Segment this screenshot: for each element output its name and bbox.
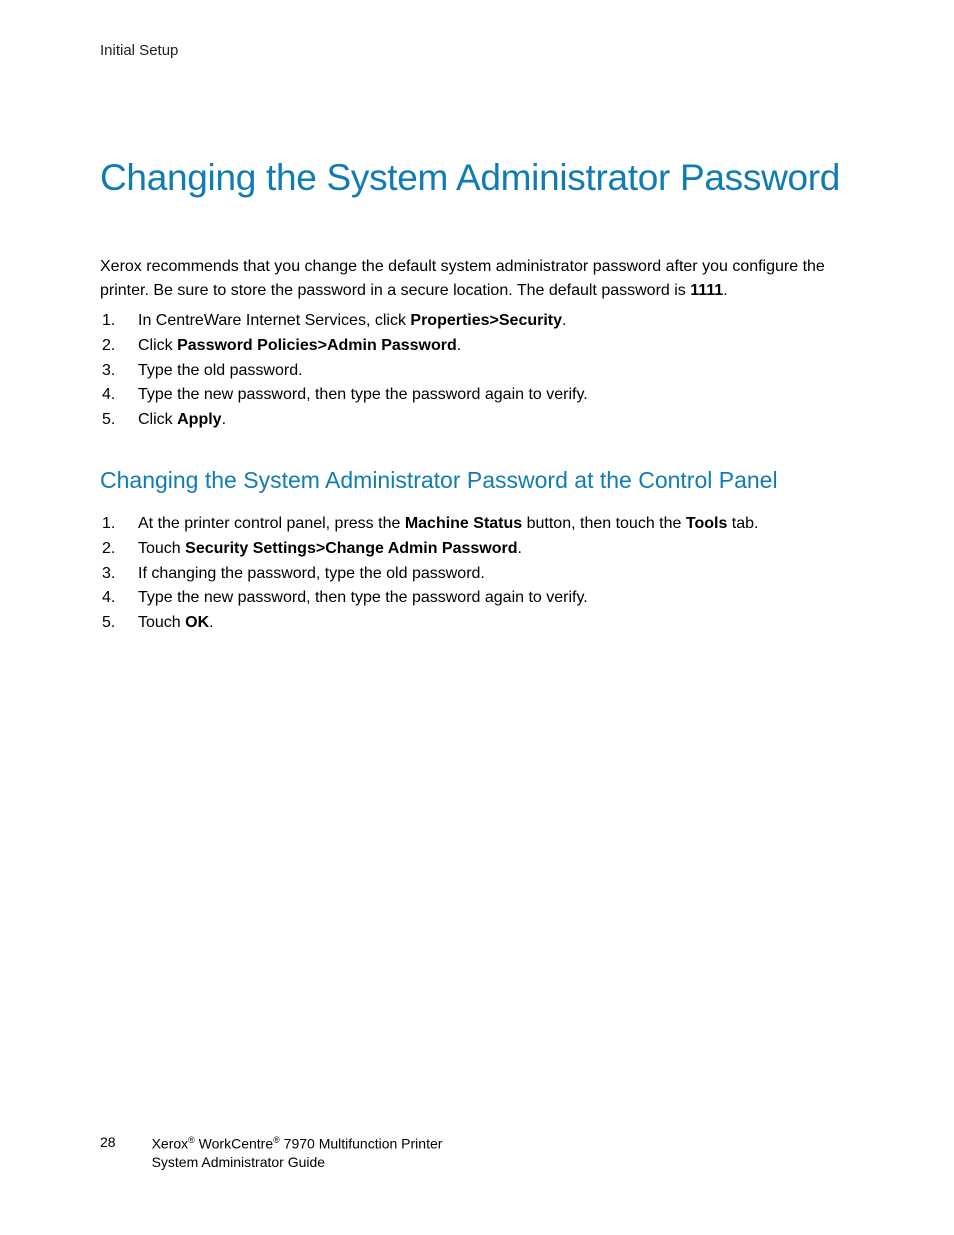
step-text: . — [209, 614, 213, 631]
intro-text-post: . — [723, 282, 727, 299]
brand-name: Xerox — [152, 1135, 189, 1151]
path-separator: > — [490, 312, 499, 329]
step-text: Touch — [138, 614, 185, 631]
running-header: Initial Setup — [100, 42, 854, 59]
doc-title: System Administrator Guide — [152, 1153, 443, 1172]
list-item: If changing the password, type the old p… — [102, 562, 854, 587]
step-text: . — [222, 411, 226, 428]
product-model: 7970 Multifunction Printer — [280, 1135, 443, 1151]
step-text: . — [457, 337, 461, 354]
registered-mark: ® — [273, 1135, 280, 1145]
ui-path-segment: Properties — [410, 312, 489, 329]
default-password: 1111 — [690, 282, 723, 299]
step-text: button, then touch the — [522, 515, 686, 532]
ui-path-segment: Security — [499, 312, 562, 329]
list-item: Touch OK. — [102, 611, 854, 636]
ui-button-label: Machine Status — [405, 515, 522, 532]
list-item: Type the new password, then type the pas… — [102, 383, 854, 408]
registered-mark: ® — [188, 1135, 195, 1145]
list-item: Touch Security Settings>Change Admin Pas… — [102, 537, 854, 562]
page-footer: 28 Xerox® WorkCentre® 7970 Multifunction… — [100, 1134, 442, 1172]
step-text: In CentreWare Internet Services, click — [138, 312, 410, 329]
step-text: Touch — [138, 540, 185, 557]
ui-button-label: Apply — [177, 411, 221, 428]
list-item: At the printer control panel, press the … — [102, 512, 854, 537]
step-text: . — [562, 312, 566, 329]
step-text: Click — [138, 411, 177, 428]
list-item: Click Apply. — [102, 408, 854, 433]
section-heading: Changing the System Administrator Passwo… — [100, 467, 854, 494]
ui-path-segment: Security Settings — [185, 540, 316, 557]
page-title: Changing the System Administrator Passwo… — [100, 157, 854, 199]
list-item: In CentreWare Internet Services, click P… — [102, 309, 854, 334]
step-text: tab. — [727, 515, 758, 532]
step-text: Click — [138, 337, 177, 354]
ui-tab-label: Tools — [686, 515, 727, 532]
step-text: If changing the password, type the old p… — [138, 565, 485, 582]
step-text: At the printer control panel, press the — [138, 515, 405, 532]
ui-path-segment: Admin Password — [327, 337, 457, 354]
product-name: WorkCentre — [195, 1135, 273, 1151]
list-item: Type the old password. — [102, 359, 854, 384]
ui-button-label: OK — [185, 614, 209, 631]
step-text: Type the new password, then type the pas… — [138, 589, 588, 606]
step-text: Type the old password. — [138, 362, 303, 379]
ui-path-segment: Password Policies — [177, 337, 318, 354]
steps-list-control-panel: At the printer control panel, press the … — [102, 512, 854, 636]
list-item: Click Password Policies>Admin Password. — [102, 334, 854, 359]
intro-paragraph: Xerox recommends that you change the def… — [100, 255, 854, 303]
step-text: . — [518, 540, 522, 557]
list-item: Type the new password, then type the pas… — [102, 586, 854, 611]
ui-path-segment: Change Admin Password — [325, 540, 517, 557]
path-separator: > — [318, 337, 327, 354]
product-info: Xerox® WorkCentre® 7970 Multifunction Pr… — [152, 1134, 443, 1172]
page-number: 28 — [100, 1134, 116, 1150]
step-text: Type the new password, then type the pas… — [138, 386, 588, 403]
steps-list-cwis: In CentreWare Internet Services, click P… — [102, 309, 854, 433]
path-separator: > — [316, 540, 325, 557]
